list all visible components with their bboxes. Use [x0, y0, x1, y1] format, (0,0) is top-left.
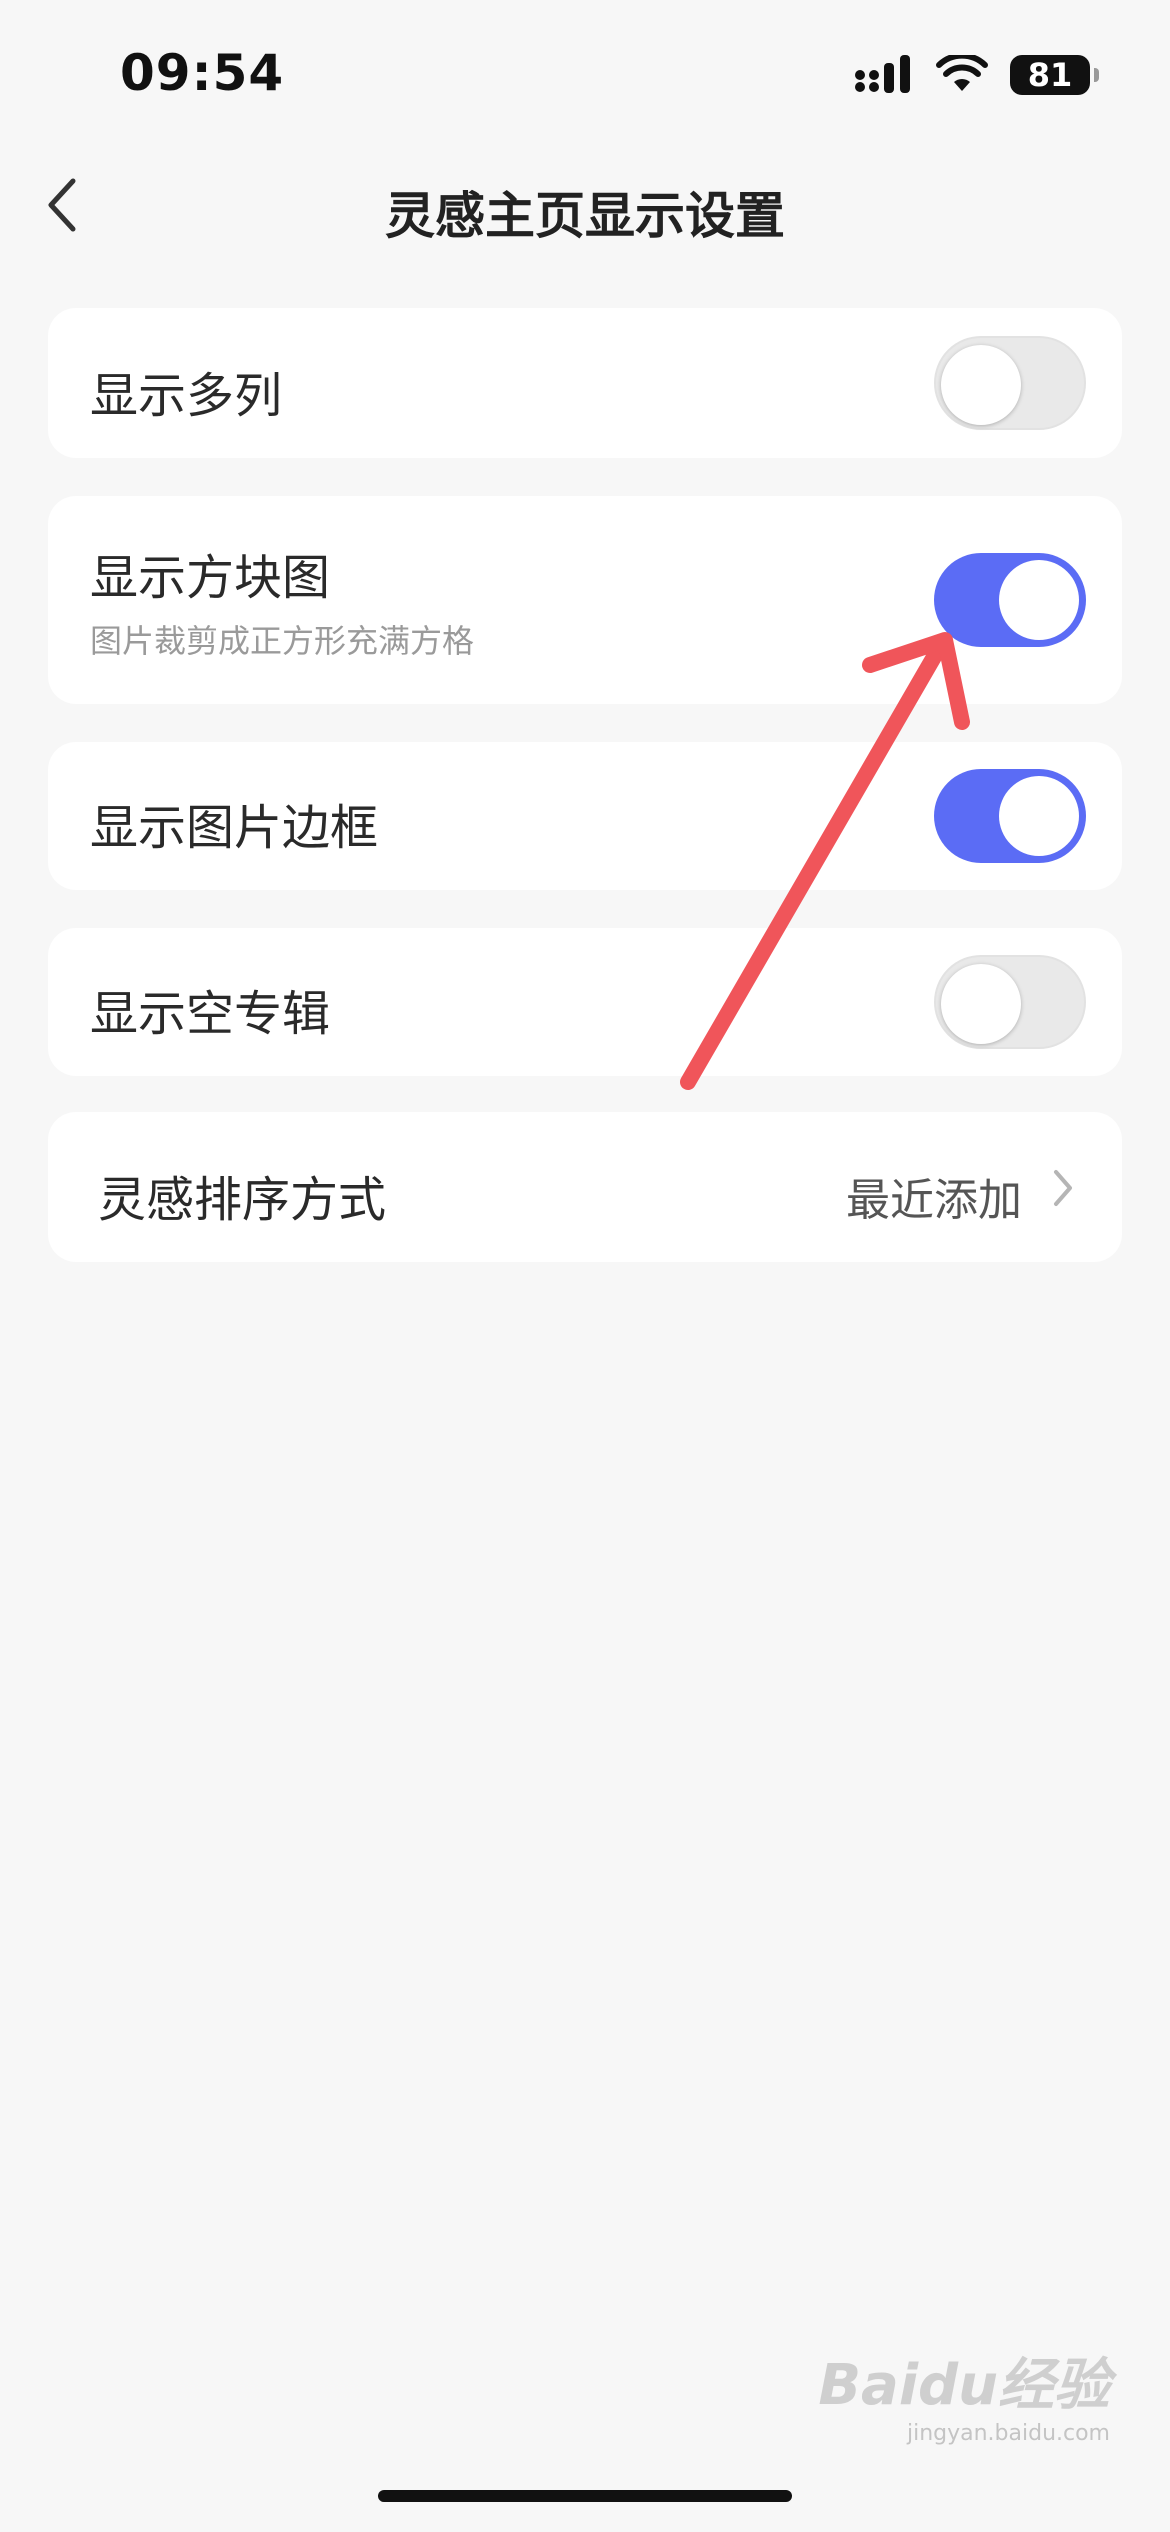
setting-subtitle: 图片裁剪成正方形充满方格 — [90, 622, 475, 660]
wifi-icon — [936, 55, 988, 91]
cellular-signal-icon — [855, 55, 910, 93]
chevron-right-icon — [1054, 1170, 1072, 1206]
status-icons: 81 — [854, 52, 1099, 98]
show-multi-column-toggle[interactable] — [934, 336, 1086, 430]
battery-level: 81 — [1027, 56, 1073, 94]
show-border-toggle[interactable] — [934, 769, 1086, 863]
watermark-sub: jingyan.baidu.com — [906, 2421, 1110, 2446]
watermark: Baidu经验 jingyan.baidu.com — [790, 2340, 1110, 2460]
home-indicator[interactable] — [378, 2490, 792, 2502]
setting-row-show-square: 显示方块图 图片裁剪成正方形充满方格 — [48, 496, 1122, 704]
toggle-knob — [999, 776, 1079, 856]
toggle-knob — [999, 560, 1079, 640]
toggle-knob — [941, 964, 1021, 1044]
setting-row-show-multi-column: 显示多列 — [48, 308, 1122, 458]
sort-order-value: 最近添加 — [846, 1175, 1022, 1226]
setting-label: 显示方块图 — [90, 550, 331, 606]
setting-row-show-border: 显示图片边框 — [48, 742, 1122, 890]
setting-label: 显示空专辑 — [90, 986, 331, 1042]
setting-label: 显示多列 — [90, 368, 283, 424]
setting-label: 显示图片边框 — [90, 800, 379, 856]
setting-label: 灵感排序方式 — [98, 1172, 387, 1228]
battery-indicator: 81 — [1010, 55, 1099, 95]
setting-row-show-empty-album: 显示空专辑 — [48, 928, 1122, 1076]
nav-bar: 灵感主页显示设置 — [0, 150, 1170, 260]
status-bar: 09:54 81 — [0, 0, 1170, 150]
toggle-knob — [941, 345, 1021, 425]
setting-row-sort-order[interactable]: 灵感排序方式 最近添加 — [48, 1112, 1122, 1262]
show-empty-album-toggle[interactable] — [934, 955, 1086, 1049]
show-square-toggle[interactable] — [934, 553, 1086, 647]
page-title: 灵感主页显示设置 — [385, 187, 785, 245]
status-time: 09:54 — [120, 44, 285, 102]
watermark-brand: Baidu经验 — [818, 2353, 1110, 2418]
